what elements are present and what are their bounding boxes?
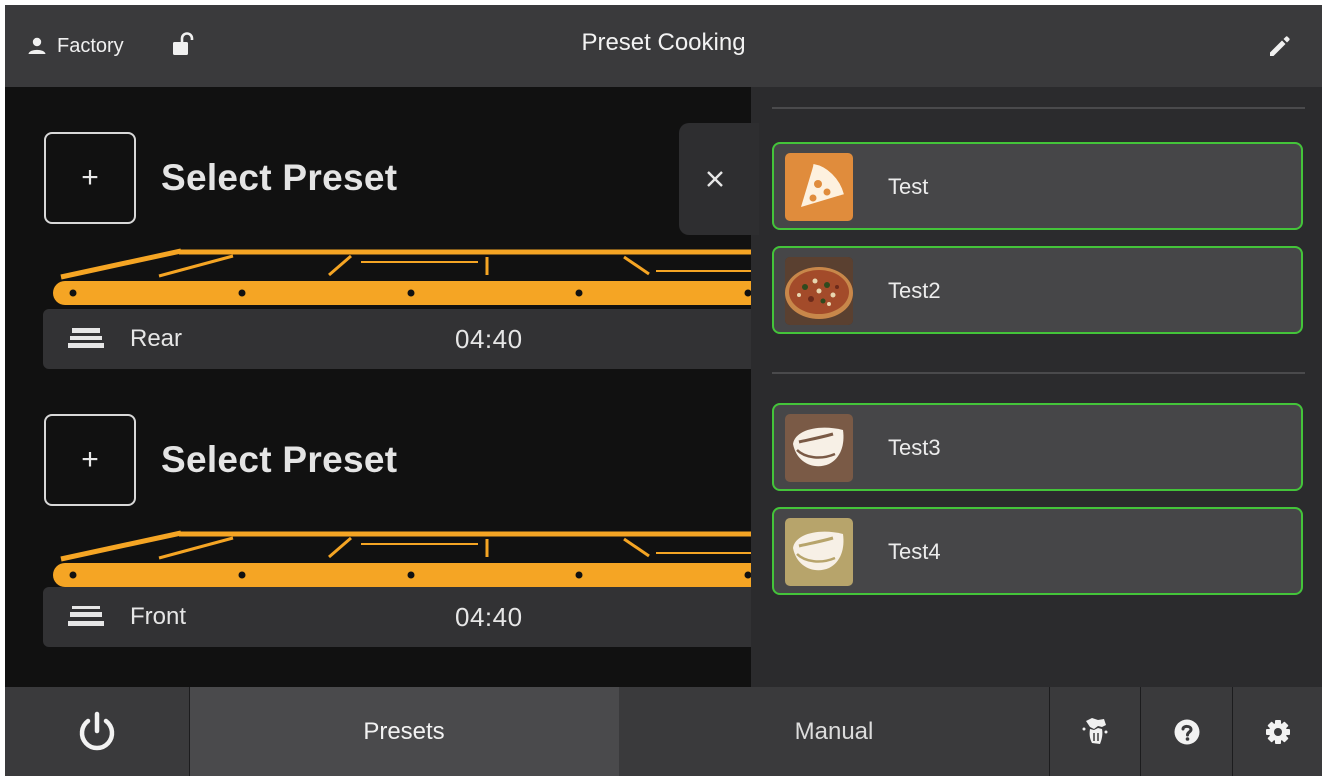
lane-time: 04:40: [455, 602, 523, 632]
pizza-slice-icon: [785, 153, 853, 221]
lane-info-front: Front 04:40: [43, 587, 751, 647]
pencil-icon: [1270, 36, 1290, 56]
top-bar: Factory Preset Cooking: [5, 5, 1322, 87]
divider: [772, 107, 1305, 109]
select-preset-button-rear[interactable]: +: [44, 132, 136, 224]
select-preset-label-rear[interactable]: Select Preset: [161, 157, 397, 199]
preset-name: Test4: [888, 539, 941, 564]
oven-rear-icon: [68, 328, 104, 348]
help-icon: [1174, 719, 1199, 744]
page-title: Preset Cooking: [581, 29, 746, 56]
oven-front-icon: [68, 606, 104, 626]
nav-separator: [1232, 687, 1233, 776]
lane-info-rear: Rear 04:40: [43, 309, 751, 369]
pizza-photo: [785, 257, 853, 325]
preset-panel: Test Test2 Test3 Test4: [751, 87, 1322, 687]
preset-item[interactable]: Test4: [772, 507, 1303, 595]
lane-name: Rear: [130, 325, 183, 352]
nav-separator: [1049, 687, 1050, 776]
preset-name: Test2: [888, 278, 941, 303]
nav-separator: [1140, 687, 1141, 776]
gear-icon: [1265, 719, 1290, 744]
nav-separator: [189, 687, 190, 776]
preset-name: Test3: [888, 435, 941, 460]
steak-icon: [785, 414, 853, 482]
preset-item[interactable]: Test2: [772, 246, 1303, 334]
tab-manual[interactable]: Manual: [619, 687, 1049, 776]
power-icon: [79, 711, 115, 750]
help-button[interactable]: [1141, 687, 1232, 776]
close-icon: [707, 171, 723, 187]
divider: [772, 372, 1305, 374]
tab-manual-label: Manual: [794, 717, 874, 745]
bottom-nav: Presets Manual: [5, 687, 1322, 776]
close-panel-button[interactable]: [679, 123, 759, 235]
edit-button[interactable]: [1267, 33, 1293, 64]
plus-icon: +: [81, 161, 99, 194]
steak-icon: [785, 518, 853, 586]
lanes-area: + Select Preset Rear 04:40 + Select Pres…: [5, 87, 751, 687]
settings-button[interactable]: [1233, 687, 1322, 776]
lane-name: Front: [130, 603, 187, 630]
tab-presets[interactable]: Presets: [189, 687, 619, 776]
select-preset-button-front[interactable]: +: [44, 414, 136, 506]
tab-presets-label: Presets: [363, 717, 445, 745]
preset-name: Test: [888, 174, 929, 199]
preset-item[interactable]: Test3: [772, 403, 1303, 491]
lane-time: 04:40: [455, 324, 523, 354]
cleaning-button[interactable]: [1049, 687, 1140, 776]
preset-item[interactable]: Test: [772, 142, 1303, 230]
cleaning-hand-icon: [1082, 717, 1107, 744]
power-button[interactable]: [5, 687, 189, 776]
select-preset-label-front[interactable]: Select Preset: [161, 439, 397, 481]
conveyor-belt-rear: [53, 248, 751, 305]
oven-app: Factory Preset Cooking + Select Preset R…: [5, 5, 1322, 776]
plus-icon: +: [81, 443, 99, 476]
conveyor-belt-front: [53, 530, 751, 587]
